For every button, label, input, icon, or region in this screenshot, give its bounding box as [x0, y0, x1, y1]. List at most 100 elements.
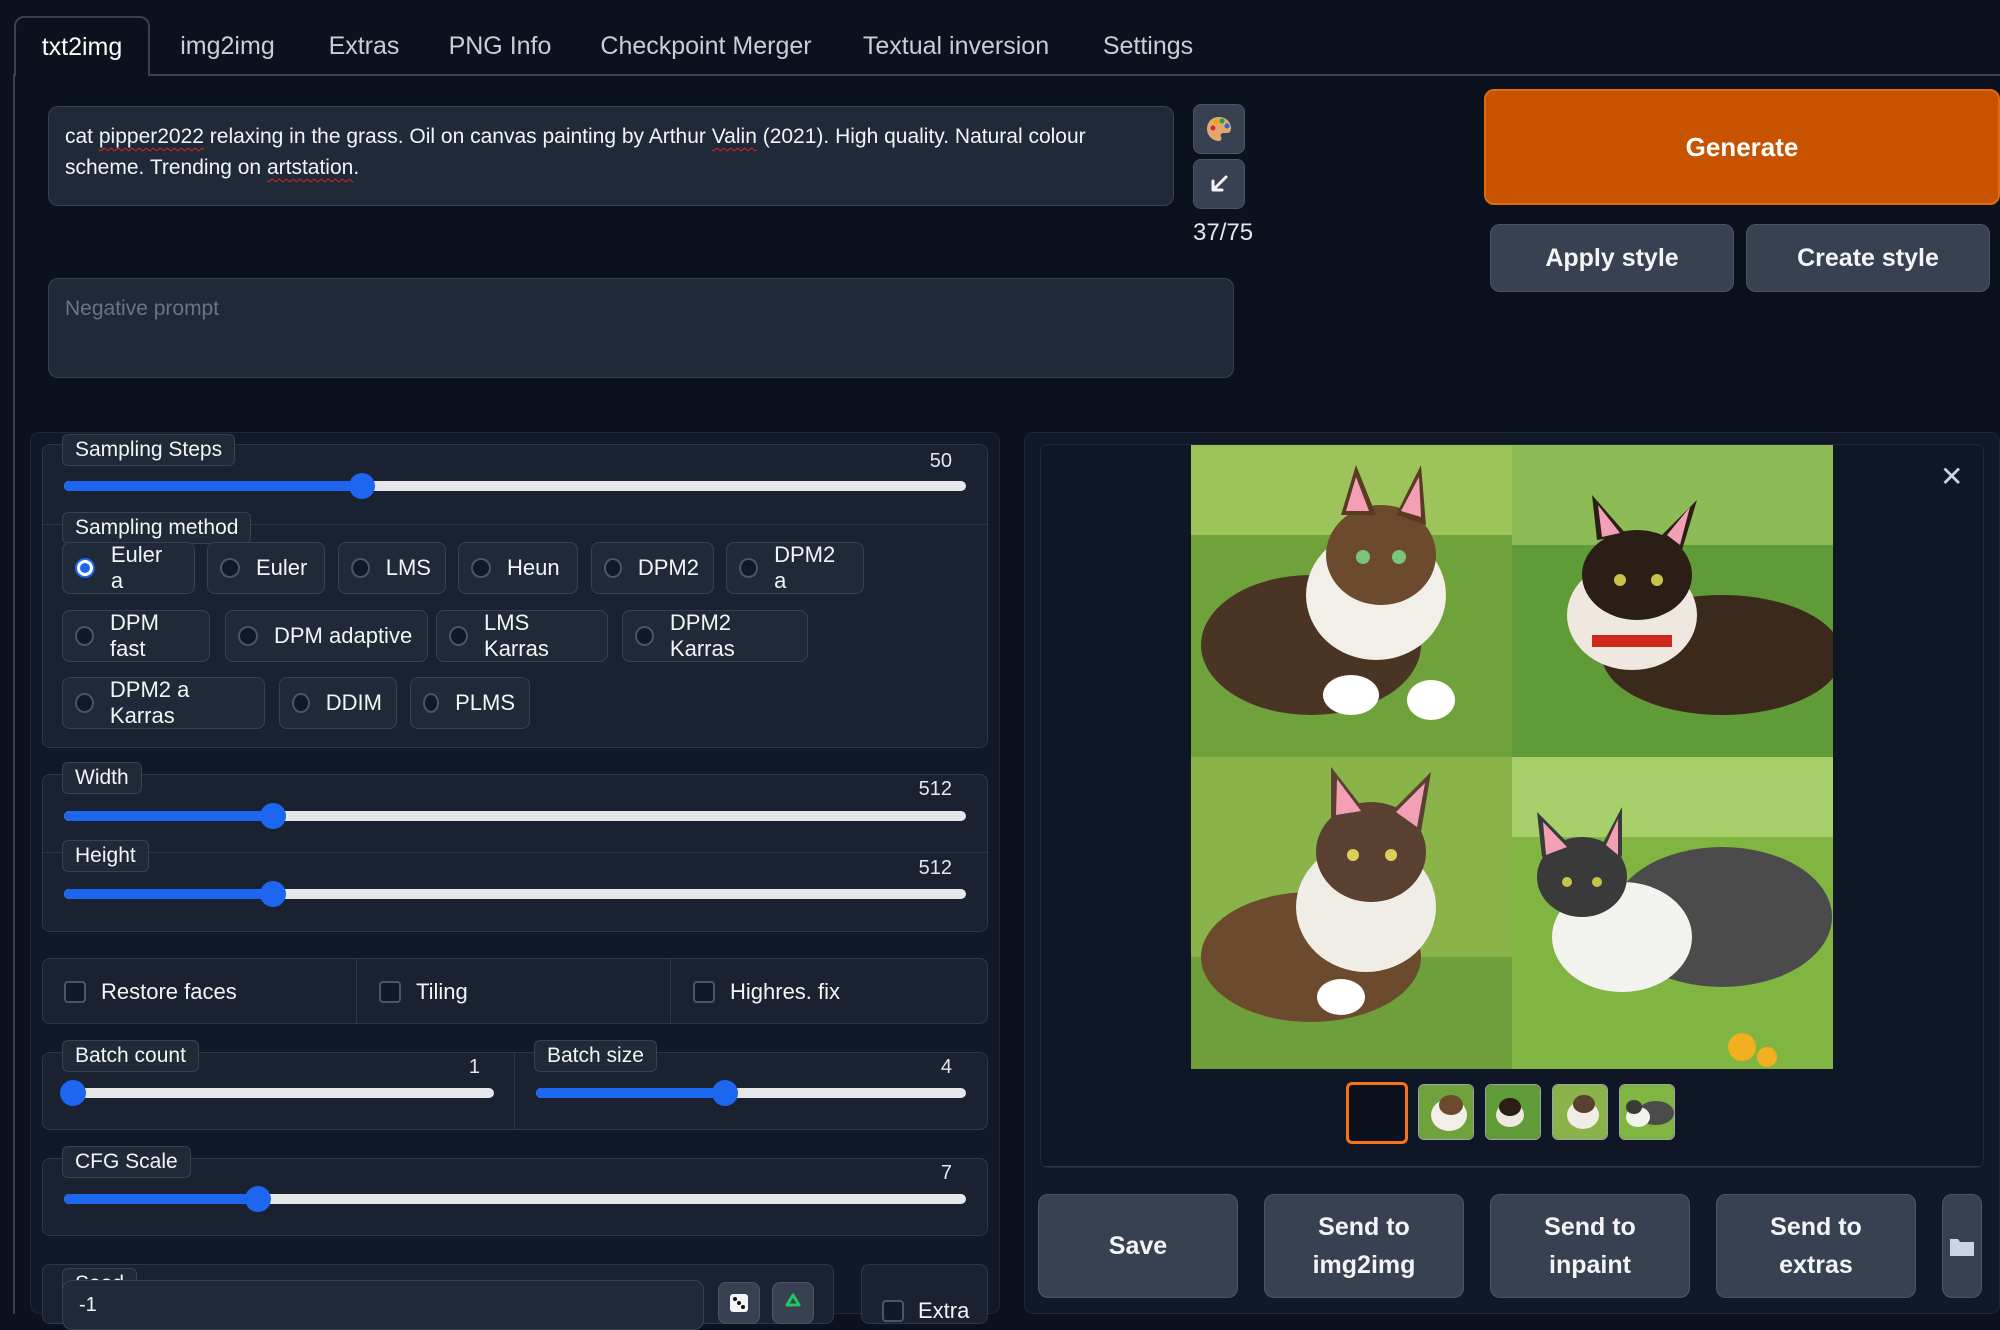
arrow-glyph: [1211, 175, 1228, 192]
cfg-scale-slider[interactable]: [64, 1186, 966, 1212]
tab-extras[interactable]: Extras: [310, 16, 418, 76]
cfg-scale-value[interactable]: 7: [892, 1162, 952, 1185]
save-button[interactable]: Save: [1038, 1194, 1238, 1298]
slider-thumb[interactable]: [712, 1080, 739, 1106]
radio-lms-karras[interactable]: LMS Karras: [436, 610, 608, 662]
radio-dpm2-karras[interactable]: DPM2 Karras: [622, 610, 808, 662]
prompt-line-1: cat pipper2022 relaxing in the grass. Oi…: [65, 125, 1086, 148]
radio-dpm-adaptive[interactable]: DPM adaptive: [225, 610, 428, 662]
batch-size-value[interactable]: 4: [892, 1056, 952, 1079]
tab-textual-inversion[interactable]: Textual inversion: [854, 16, 1058, 76]
slider-thumb[interactable]: [244, 1186, 271, 1212]
divider: [1044, 1166, 1980, 1167]
radio-indicator: [75, 558, 95, 578]
divider: [356, 958, 357, 1024]
batch-count-label: Batch count: [62, 1040, 199, 1072]
send-to-img2img-button[interactable]: Send to img2img: [1264, 1194, 1464, 1298]
slider-thumb[interactable]: [348, 473, 375, 499]
slider-fill: [536, 1088, 726, 1098]
batch-count-slider[interactable]: [59, 1080, 494, 1106]
page-frame-left: [13, 74, 15, 1314]
radio-label: LMS: [385, 555, 431, 580]
close-icon[interactable]: ✕: [1940, 460, 1963, 493]
radio-indicator: [292, 693, 310, 713]
batch-count-value[interactable]: 1: [420, 1056, 480, 1079]
arrow-down-left-icon[interactable]: [1193, 159, 1245, 209]
tab-checkpoint-merger[interactable]: Checkpoint Merger: [592, 16, 820, 76]
radio-indicator: [449, 626, 469, 646]
dice-icon[interactable]: [718, 1282, 760, 1324]
folder-icon[interactable]: [1942, 1194, 1982, 1298]
send-to-extras-button[interactable]: Send to extras: [1716, 1194, 1916, 1298]
highres-fix-label: Highres. fix: [730, 979, 841, 1004]
tab-txt2img[interactable]: txt2img: [14, 16, 150, 76]
prompt-line-2: scheme. Trending on artstation.: [65, 156, 360, 179]
generate-button[interactable]: Generate: [1484, 89, 2000, 205]
cfg-scale-label: CFG Scale: [62, 1146, 191, 1178]
radio-indicator: [423, 693, 440, 713]
radio-dpm-fast[interactable]: DPM fast: [62, 610, 210, 662]
sampling-steps-value[interactable]: 50: [880, 450, 952, 473]
radio-ddim[interactable]: DDIM: [279, 677, 397, 729]
sampling-steps-slider[interactable]: [64, 473, 966, 499]
radio-indicator: [635, 626, 654, 646]
recycle-icon[interactable]: [772, 1282, 814, 1324]
sampling-steps-label: Sampling Steps: [62, 434, 236, 466]
button-label-line-1: Send to: [1544, 1213, 1636, 1241]
highres-fix-checkbox[interactable]: [693, 981, 715, 1003]
tab-img2img[interactable]: img2img: [160, 16, 295, 76]
radio-plms[interactable]: PLMS: [410, 677, 530, 729]
thumbnail-image: [1486, 1085, 1540, 1139]
radio-indicator: [75, 626, 95, 646]
radio-label: DPM fast: [110, 610, 159, 661]
radio-label: DPM2 Karras: [669, 610, 735, 661]
prompt-input[interactable]: cat pipper2022 relaxing in the grass. Oi…: [48, 106, 1174, 206]
send-to-inpaint-button[interactable]: Send to inpaint: [1490, 1194, 1690, 1298]
height-slider[interactable]: [64, 881, 966, 907]
radio-label: DDIM: [325, 690, 382, 715]
result-image-4: [1512, 757, 1833, 1069]
radio-dpm2-a-karras[interactable]: DPM2 a Karras: [62, 677, 265, 729]
height-value[interactable]: 512: [880, 857, 952, 880]
radio-dpm2-a[interactable]: DPM2 a: [726, 542, 864, 594]
restore-faces-label: Restore faces: [101, 979, 237, 1004]
result-image-1: [1191, 445, 1512, 757]
thumbnail-image: [1553, 1085, 1607, 1139]
thumbnail-1[interactable]: [1418, 1084, 1474, 1140]
tab-png-info[interactable]: PNG Info: [438, 16, 562, 76]
recycle-glyph: [785, 1293, 801, 1307]
width-slider[interactable]: [64, 803, 966, 829]
thumbnail-2[interactable]: [1485, 1084, 1541, 1140]
radio-label: Euler a: [110, 542, 163, 593]
batch-size-slider[interactable]: [536, 1080, 966, 1106]
height-label: Height: [62, 840, 149, 872]
result-image-grid[interactable]: [1191, 445, 1833, 1069]
thumbnail-grid[interactable]: [1346, 1082, 1408, 1144]
negative-prompt-input[interactable]: Negative prompt: [48, 278, 1234, 378]
extra-checkbox[interactable]: [882, 1300, 904, 1322]
tab-settings[interactable]: Settings: [1092, 16, 1204, 76]
radio-heun[interactable]: Heun: [458, 542, 578, 594]
radio-label: DPM adaptive: [274, 623, 413, 648]
seed-input[interactable]: -1: [62, 1280, 704, 1330]
radio-euler-a[interactable]: Euler a: [62, 542, 195, 594]
radio-lms[interactable]: LMS: [338, 542, 446, 594]
thumbnail-3[interactable]: [1552, 1084, 1608, 1140]
radio-label: PLMS: [455, 690, 515, 715]
radio-dpm2[interactable]: DPM2: [591, 542, 714, 594]
save-button-label: Save: [1108, 1232, 1168, 1260]
thumbnail-4[interactable]: [1619, 1084, 1675, 1140]
tabbar-underline: [150, 74, 2000, 76]
apply-style-button[interactable]: Apply style: [1490, 224, 1734, 292]
slider-thumb[interactable]: [59, 1080, 86, 1106]
create-style-button[interactable]: Create style: [1746, 224, 1990, 292]
width-value[interactable]: 512: [880, 778, 952, 801]
tiling-checkbox[interactable]: [379, 981, 401, 1003]
button-label-line-2: inpaint: [1549, 1251, 1631, 1279]
restore-faces-checkbox[interactable]: [64, 981, 86, 1003]
radio-indicator: [75, 693, 94, 713]
radio-euler[interactable]: Euler: [207, 542, 325, 594]
palette-icon[interactable]: [1193, 104, 1245, 154]
dice-glyph: [730, 1294, 748, 1312]
slider-fill: [64, 1194, 258, 1204]
